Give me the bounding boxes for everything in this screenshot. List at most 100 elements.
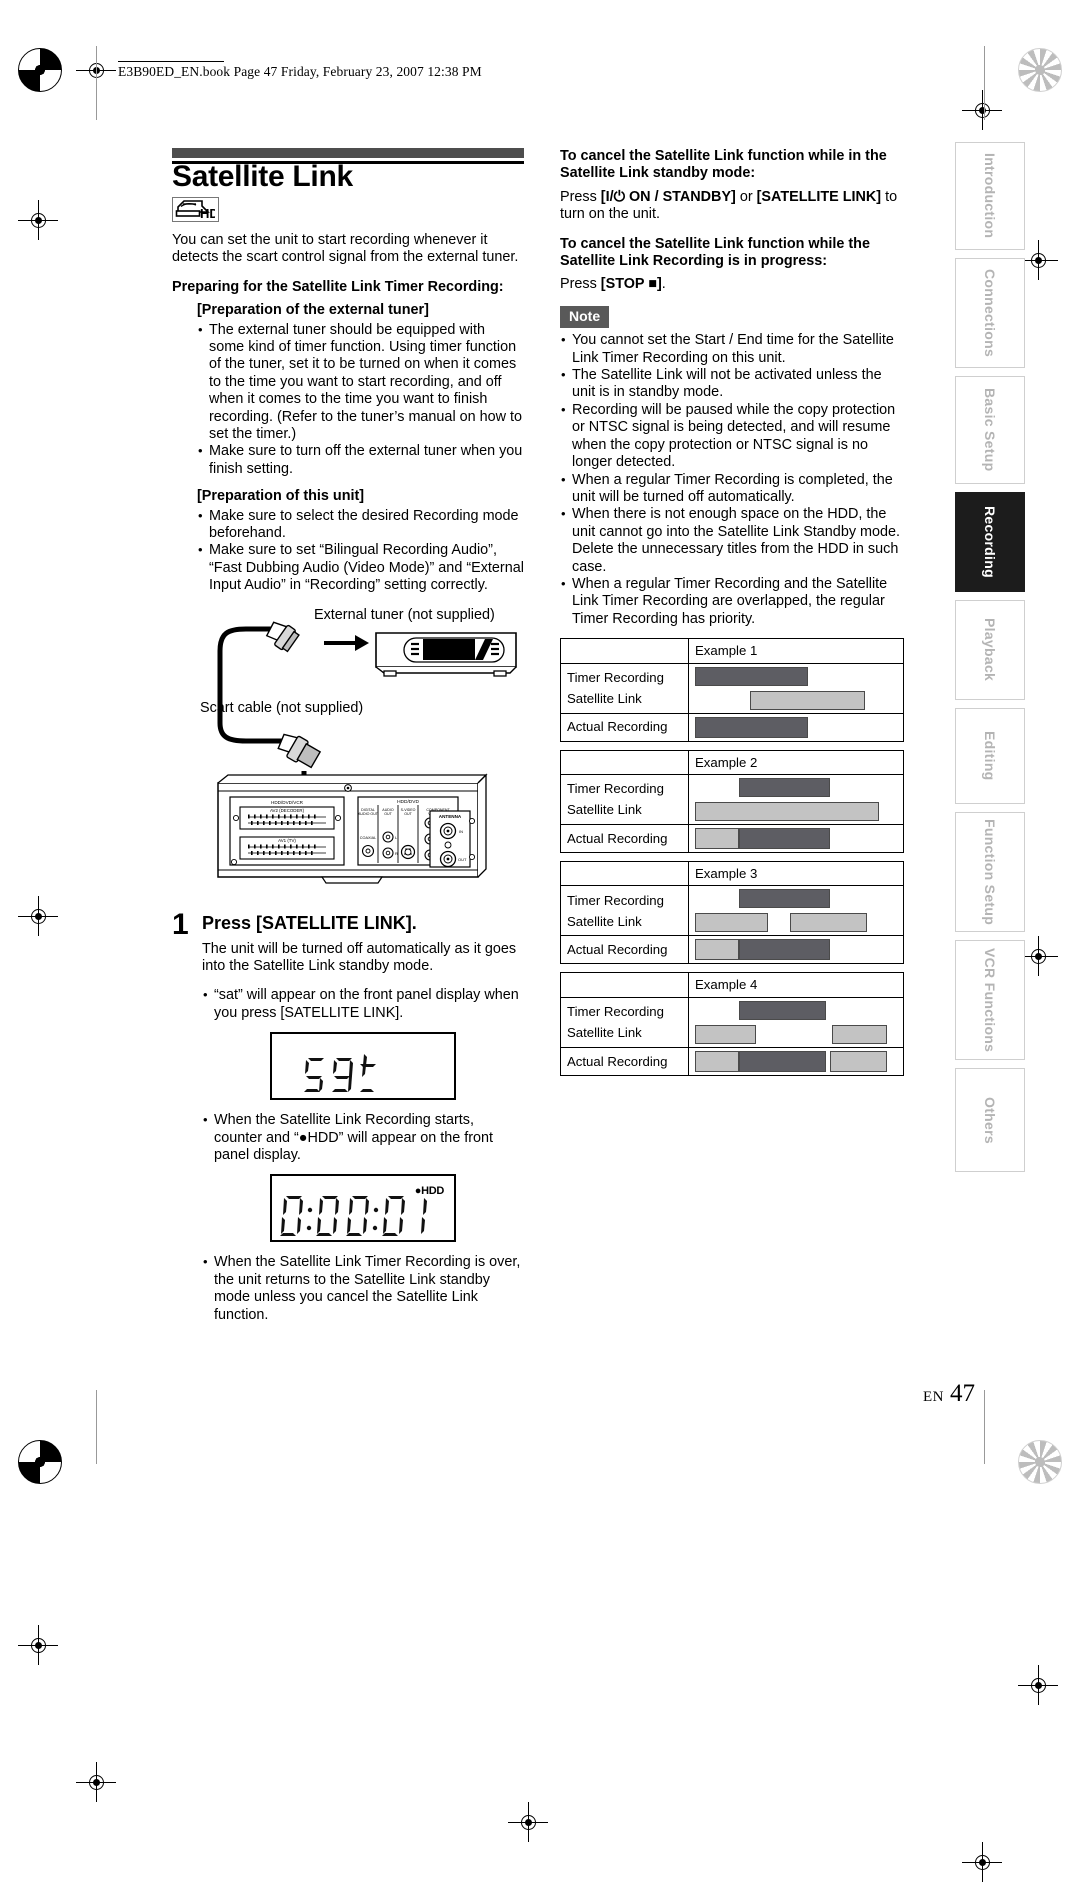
intro-paragraph: You can set the unit to start recording … (172, 231, 519, 266)
sidebar-item-introduction[interactable]: Introduction (955, 142, 1025, 250)
svg-text:ANTENNA: ANTENNA (439, 814, 462, 819)
registration-cross-mid-left (18, 200, 58, 240)
right-column: To cancel the Satellite Link function wh… (560, 148, 908, 1084)
list-item: “sat” will appear on the front panel dis… (202, 986, 524, 1022)
table-row: Actual Recording (560, 935, 904, 965)
svg-text:HDD/DVD/VCR: HDD/DVD/VCR (271, 800, 304, 805)
sidebar-item-connections[interactable]: Connections (955, 258, 1025, 368)
example-actual-label: Actual Recording (560, 1046, 689, 1076)
table-row: Example 1 (560, 638, 904, 664)
step-body-text: The unit will be turned off automaticall… (202, 940, 517, 975)
table-row: Actual Recording (560, 823, 904, 853)
timer-track (695, 777, 897, 797)
cancel-standby-body: Press [I/⏻ ON / STANDBY] or [SATELLITE L… (560, 188, 898, 223)
list-item: The Satellite Link will not be activated… (560, 366, 908, 402)
left-column: Satellite Link HDD You can set the unit … (172, 148, 524, 1334)
list-item: When a regular Timer Recording is comple… (560, 471, 908, 507)
prep-heading: Preparing for the Satellite Link Timer R… (172, 278, 504, 295)
registration-cross-left-middle (18, 896, 58, 936)
hdd-record-indicator: ●HDD (414, 1185, 445, 1198)
registration-cross-bottom-inner-left (76, 1762, 116, 1802)
example-corner-cell (560, 860, 689, 887)
list-item: When the Satellite Link Timer Recording … (202, 1253, 524, 1324)
example-actual-timeline (688, 823, 904, 853)
svg-text:AV2 (DECODER): AV2 (DECODER) (270, 808, 305, 813)
diagram-artwork: HDD/DVD/VCR AV2 (DECODER) AV1 (TV) HDD/D… (217, 621, 517, 884)
sidebar-item-label: Recording (982, 506, 998, 578)
sidebar-item-label: Function Setup (982, 818, 998, 926)
sidebar-item-others[interactable]: Others (955, 1068, 1025, 1172)
page-folio: EN 47 (923, 1380, 975, 1408)
step-bullets-3: When the Satellite Link Timer Recording … (202, 1253, 524, 1324)
table-row: Example 3 (560, 860, 904, 887)
front-panel-display-sat (270, 1032, 456, 1101)
example-tables: Example 1 Timer Recording Satellite Link … (560, 638, 908, 1076)
actual-track (695, 1050, 897, 1072)
folio-lang: EN (923, 1389, 944, 1405)
sidebar-item-basic-setup[interactable]: Basic Setup (955, 376, 1025, 484)
prep-tuner-heading: [Preparation of the external tuner] (197, 302, 429, 319)
registration-cross-bottom-left (18, 1625, 58, 1665)
front-panel-display-counter: ●HDD (270, 1174, 456, 1243)
actual-track (695, 827, 897, 849)
svg-text:HDD: HDD (200, 206, 215, 220)
sidebar-item-playback[interactable]: Playback (955, 600, 1025, 700)
example-title: Example 4 (688, 972, 904, 998)
example-corner-cell (560, 638, 689, 664)
prep-tuner-list: The external tuner should be equipped wi… (197, 321, 524, 479)
list-item: When the Satellite Link Recording starts… (202, 1111, 524, 1164)
svg-text:OUT: OUT (384, 812, 392, 816)
prep-unit-list: Make sure to select the desired Recordin… (197, 507, 524, 595)
trim-line-left-bottom (96, 1390, 97, 1464)
registration-cross-bottom-right (1018, 1665, 1058, 1705)
actual-track (695, 716, 897, 738)
cancel-recording-heading: To cancel the Satellite Link function wh… (560, 235, 870, 270)
cancel-recording-body: Press [STOP ■]. (560, 276, 666, 293)
example-table: Example 1 Timer Recording Satellite Link … (560, 638, 904, 742)
note-list: You cannot set the Start / End time for … (560, 331, 908, 628)
example-timeline (688, 885, 904, 937)
step-number: 1 (172, 907, 189, 941)
satellite-track (695, 690, 897, 710)
example-row-labels: Timer Recording Satellite Link (560, 662, 689, 714)
example-actual-timeline (688, 935, 904, 965)
table-row: Timer Recording Satellite Link (560, 662, 904, 714)
step-title: Press [SATELLITE LINK]. (202, 912, 417, 933)
external-tuner-label: External tuner (not supplied) (314, 606, 495, 623)
sidebar-item-label: Playback (982, 618, 998, 682)
step-bullets-1: “sat” will appear on the front panel dis… (202, 986, 524, 1022)
table-row: Example 2 (560, 749, 904, 775)
example-timeline (688, 773, 904, 825)
list-item: Make sure to turn off the external tuner… (197, 442, 524, 478)
timer-track (695, 1000, 897, 1020)
svg-text:AV1 (TV): AV1 (TV) (278, 838, 296, 843)
example-timeline (688, 662, 904, 714)
registration-mark-bottom-left (18, 1440, 62, 1484)
list-item: The external tuner should be equipped wi… (197, 321, 524, 444)
sidebar-item-vcr-functions[interactable]: VCR Functions (955, 940, 1025, 1060)
svg-text:IN: IN (459, 829, 463, 834)
table-row: Actual Recording (560, 712, 904, 742)
timer-track (695, 666, 897, 686)
sidebar-item-function-setup[interactable]: Function Setup (955, 812, 1025, 932)
trim-line-left (96, 46, 97, 120)
table-row: Timer Recording Satellite Link (560, 773, 904, 825)
example-title: Example 3 (688, 860, 904, 887)
registration-cross-bottom-center (508, 1802, 548, 1842)
sidebar-item-editing[interactable]: Editing (955, 708, 1025, 804)
seven-segment-sat (304, 1054, 376, 1093)
example-title: Example 1 (688, 638, 904, 664)
satellite-track (695, 801, 897, 821)
sidebar-item-recording[interactable]: Recording (955, 492, 1025, 592)
example-actual-label: Actual Recording (560, 935, 689, 965)
table-row: Timer Recording Satellite Link (560, 996, 904, 1048)
list-item: You cannot set the Start / End time for … (560, 331, 908, 367)
cancel-standby-heading: To cancel the Satellite Link function wh… (560, 148, 887, 182)
registration-cross-top-right (962, 90, 1002, 130)
registration-mark-top-far-right (1018, 48, 1062, 92)
prep-unit-heading: [Preparation of this unit] (197, 488, 365, 505)
svg-text:COAXIAL: COAXIAL (360, 836, 376, 840)
example-title: Example 2 (688, 749, 904, 775)
example-actual-timeline (688, 1046, 904, 1076)
registration-mark-bottom-far-right (1018, 1440, 1062, 1484)
